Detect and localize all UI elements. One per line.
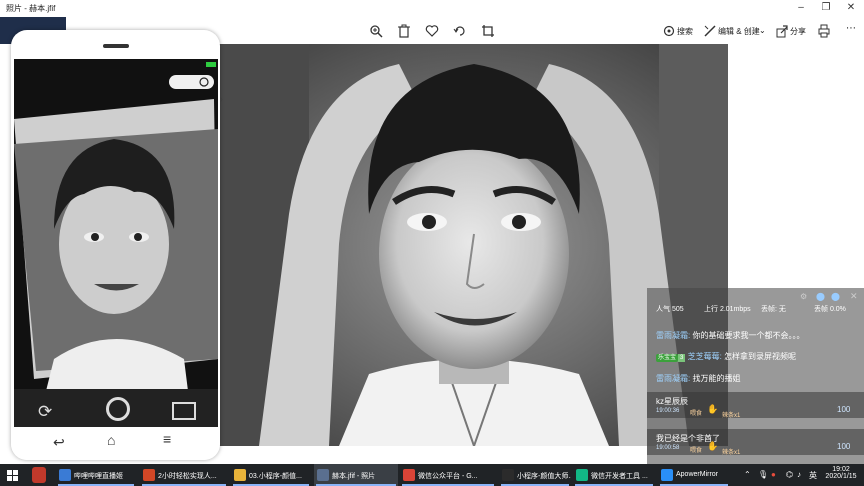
upload-stat: 上行 2.01mbps <box>704 306 751 313</box>
print-icon[interactable] <box>817 24 831 38</box>
taskbar: 哔哩哔哩直播姬 2小时轻松实现人... 03.小程序-颜值... 赫本.jfif - … <box>0 464 864 486</box>
shutter-icon[interactable] <box>106 397 130 421</box>
chevron-up-icon[interactable]: ⌃ <box>744 470 751 479</box>
chevron-down-icon[interactable]: ⌄ <box>759 26 766 35</box>
taskbar-item[interactable]: ApowerMirror <box>658 464 730 486</box>
close-chat-icon[interactable]: ✕ <box>850 291 858 302</box>
record-icon[interactable]: ● <box>771 470 776 479</box>
minimize-icon[interactable]: – <box>794 2 808 14</box>
photos-app-window: 照片 - 赫本.jfif – ❐ ✕ 搜索 编辑 & 创建 ⌄ 分享 ⋯ › ⟳… <box>0 0 864 486</box>
taskbar-app-icon <box>403 469 415 481</box>
phone-mirror-window: ⟳ ↩ ⌂ ≡ <box>11 30 220 460</box>
taskbar-item-label: 哔哩哔哩直播姬 <box>74 473 123 480</box>
search-button[interactable]: 搜索 <box>677 26 693 37</box>
clock-time: 19:02 <box>832 466 850 473</box>
home-icon[interactable]: ⌂ <box>107 432 115 448</box>
more-icon[interactable]: ⋯ <box>846 23 856 34</box>
ime-indicator[interactable]: 英 <box>809 470 817 481</box>
taskbar-item-label: 赫本.jfif - 照片 <box>332 473 376 480</box>
taskbar-item[interactable]: 哔哩哔哩直播姬 <box>56 464 136 486</box>
menu-icon[interactable]: ≡ <box>163 431 171 447</box>
title-bar: 照片 - 赫本.jfif – ❐ ✕ <box>0 0 864 17</box>
clock[interactable]: 19:02 2020/1/15 <box>823 466 859 480</box>
taskbar-app-icon <box>317 469 329 481</box>
window-title: 照片 - 赫本.jfif <box>6 4 56 13</box>
taskbar-app-icon <box>502 469 514 481</box>
flip-camera-icon[interactable]: ⟳ <box>38 402 52 422</box>
rotate-icon[interactable] <box>453 24 467 38</box>
fan-badge: 乐宝宝 <box>656 354 679 362</box>
phone-screen[interactable]: ⟳ <box>14 59 218 427</box>
loss-stat: 丢帧 0.0% <box>814 306 846 313</box>
close-icon[interactable]: ✕ <box>844 2 858 14</box>
next-photo-arrow-icon[interactable]: › <box>220 94 223 104</box>
miniprogram-capsule <box>169 75 214 89</box>
gift-icon: ✋ <box>707 404 719 414</box>
taskbar-item[interactable]: 微信公众平台 - G... <box>400 464 496 486</box>
restore-icon[interactable]: ❐ <box>819 2 833 14</box>
back-icon[interactable]: ↩ <box>53 434 65 451</box>
edit-icon[interactable] <box>703 24 717 38</box>
taskbar-item[interactable]: 03.小程序-颜值... <box>231 464 311 486</box>
lock-icon[interactable]: ⬤ <box>816 292 825 301</box>
pinned-app-icon[interactable] <box>32 467 46 483</box>
stream-stats: 人气 505 上行 2.01mbps 丢帧: 无 丢帧 0.0% <box>647 304 864 318</box>
taskbar-item-label: 微信公众平台 - G... <box>418 473 478 480</box>
popularity-stat: 人气 505 <box>656 306 684 313</box>
taskbar-app-icon <box>234 469 246 481</box>
empty-canvas-area <box>728 44 864 289</box>
taskbar-app-icon <box>576 469 588 481</box>
chat-message: 雷雨凝霜: 找万能的播姐 <box>656 374 741 383</box>
taskbar-item[interactable]: 2小时轻松实现人... <box>140 464 228 486</box>
taskbar-item[interactable]: 小程序-颜值大师... <box>499 464 571 486</box>
share-icon[interactable] <box>775 24 789 38</box>
taskbar-item[interactable]: 赫本.jfif - 照片 <box>314 464 398 486</box>
chat-message: 乐宝宝 3 芝芝莓莓: 怎样拿到录屏视频呢 <box>656 352 797 362</box>
phone-nav-bar: ↩ ⌂ ≡ <box>11 430 220 460</box>
taskbar-item-label: ApowerMirror <box>676 471 719 478</box>
start-icon[interactable] <box>7 470 18 481</box>
pin-icon[interactable]: ⬤ <box>831 292 840 301</box>
phone-speaker <box>103 44 129 48</box>
gift-item: 我已经是个非酋了 19:00:58 喂食 ✋ 辣条x1 100 <box>647 429 864 456</box>
delete-icon[interactable] <box>397 24 411 38</box>
favorite-icon[interactable] <box>425 24 439 38</box>
gallery-icon[interactable] <box>172 402 196 420</box>
gift-item: kz星辰辰 19:00:36 喂食 ✋ 辣条x1 100 <box>647 392 864 419</box>
share-button[interactable]: 分享 <box>790 26 806 37</box>
taskbar-app-icon <box>59 469 71 481</box>
search-icon[interactable] <box>662 24 676 38</box>
crop-icon[interactable] <box>481 24 495 38</box>
chat-message: 雷雨凝霜: 你的基础要求我一个都不会。。。 <box>656 331 805 340</box>
taskbar-item-label: 2小时轻松实现人... <box>158 473 217 480</box>
live-chat-panel: ⚙ ⬤ ⬤ ✕ 人气 505 上行 2.01mbps 丢帧: 无 丢帧 0.0%… <box>647 288 864 464</box>
gift-icon: ✋ <box>707 441 719 451</box>
taskbar-item-label: 小程序-颜值大师... <box>517 473 571 480</box>
network-icon[interactable]: ⌬ <box>786 470 793 479</box>
taskbar-item[interactable]: 微信开发者工具 ... <box>573 464 655 486</box>
edit-create-button[interactable]: 编辑 & 创建 <box>718 26 760 37</box>
volume-icon[interactable]: ♪ <box>797 470 801 479</box>
mic-icon[interactable]: 🎙 <box>758 470 768 479</box>
taskbar-item-label: 微信开发者工具 ... <box>591 473 648 480</box>
settings-icon[interactable]: ⚙ <box>800 292 807 301</box>
phone-camera-preview <box>14 59 218 427</box>
clock-date: 2020/1/15 <box>825 473 857 480</box>
zoom-icon[interactable] <box>369 24 383 38</box>
taskbar-item-label: 03.小程序-颜值... <box>249 473 302 480</box>
drop-frame-stat: 丢帧: 无 <box>761 306 786 313</box>
taskbar-app-icon <box>143 469 155 481</box>
fan-level: 3 <box>678 354 686 362</box>
taskbar-app-icon <box>661 469 673 481</box>
